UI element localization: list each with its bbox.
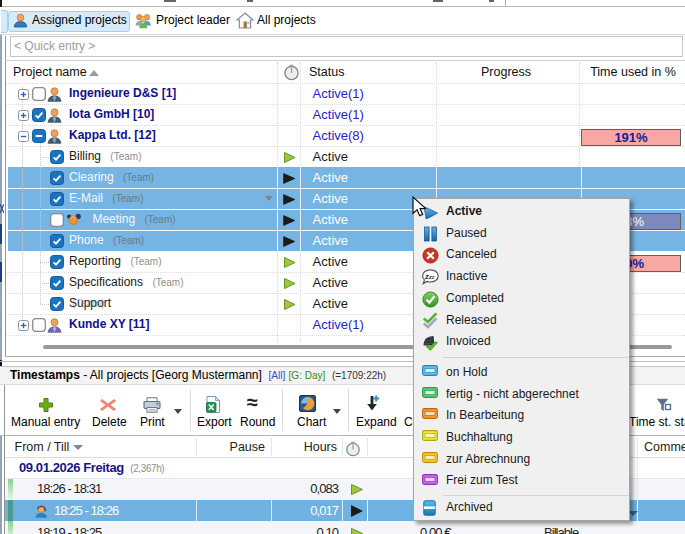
svg-text:zzz: zzz (424, 272, 435, 281)
